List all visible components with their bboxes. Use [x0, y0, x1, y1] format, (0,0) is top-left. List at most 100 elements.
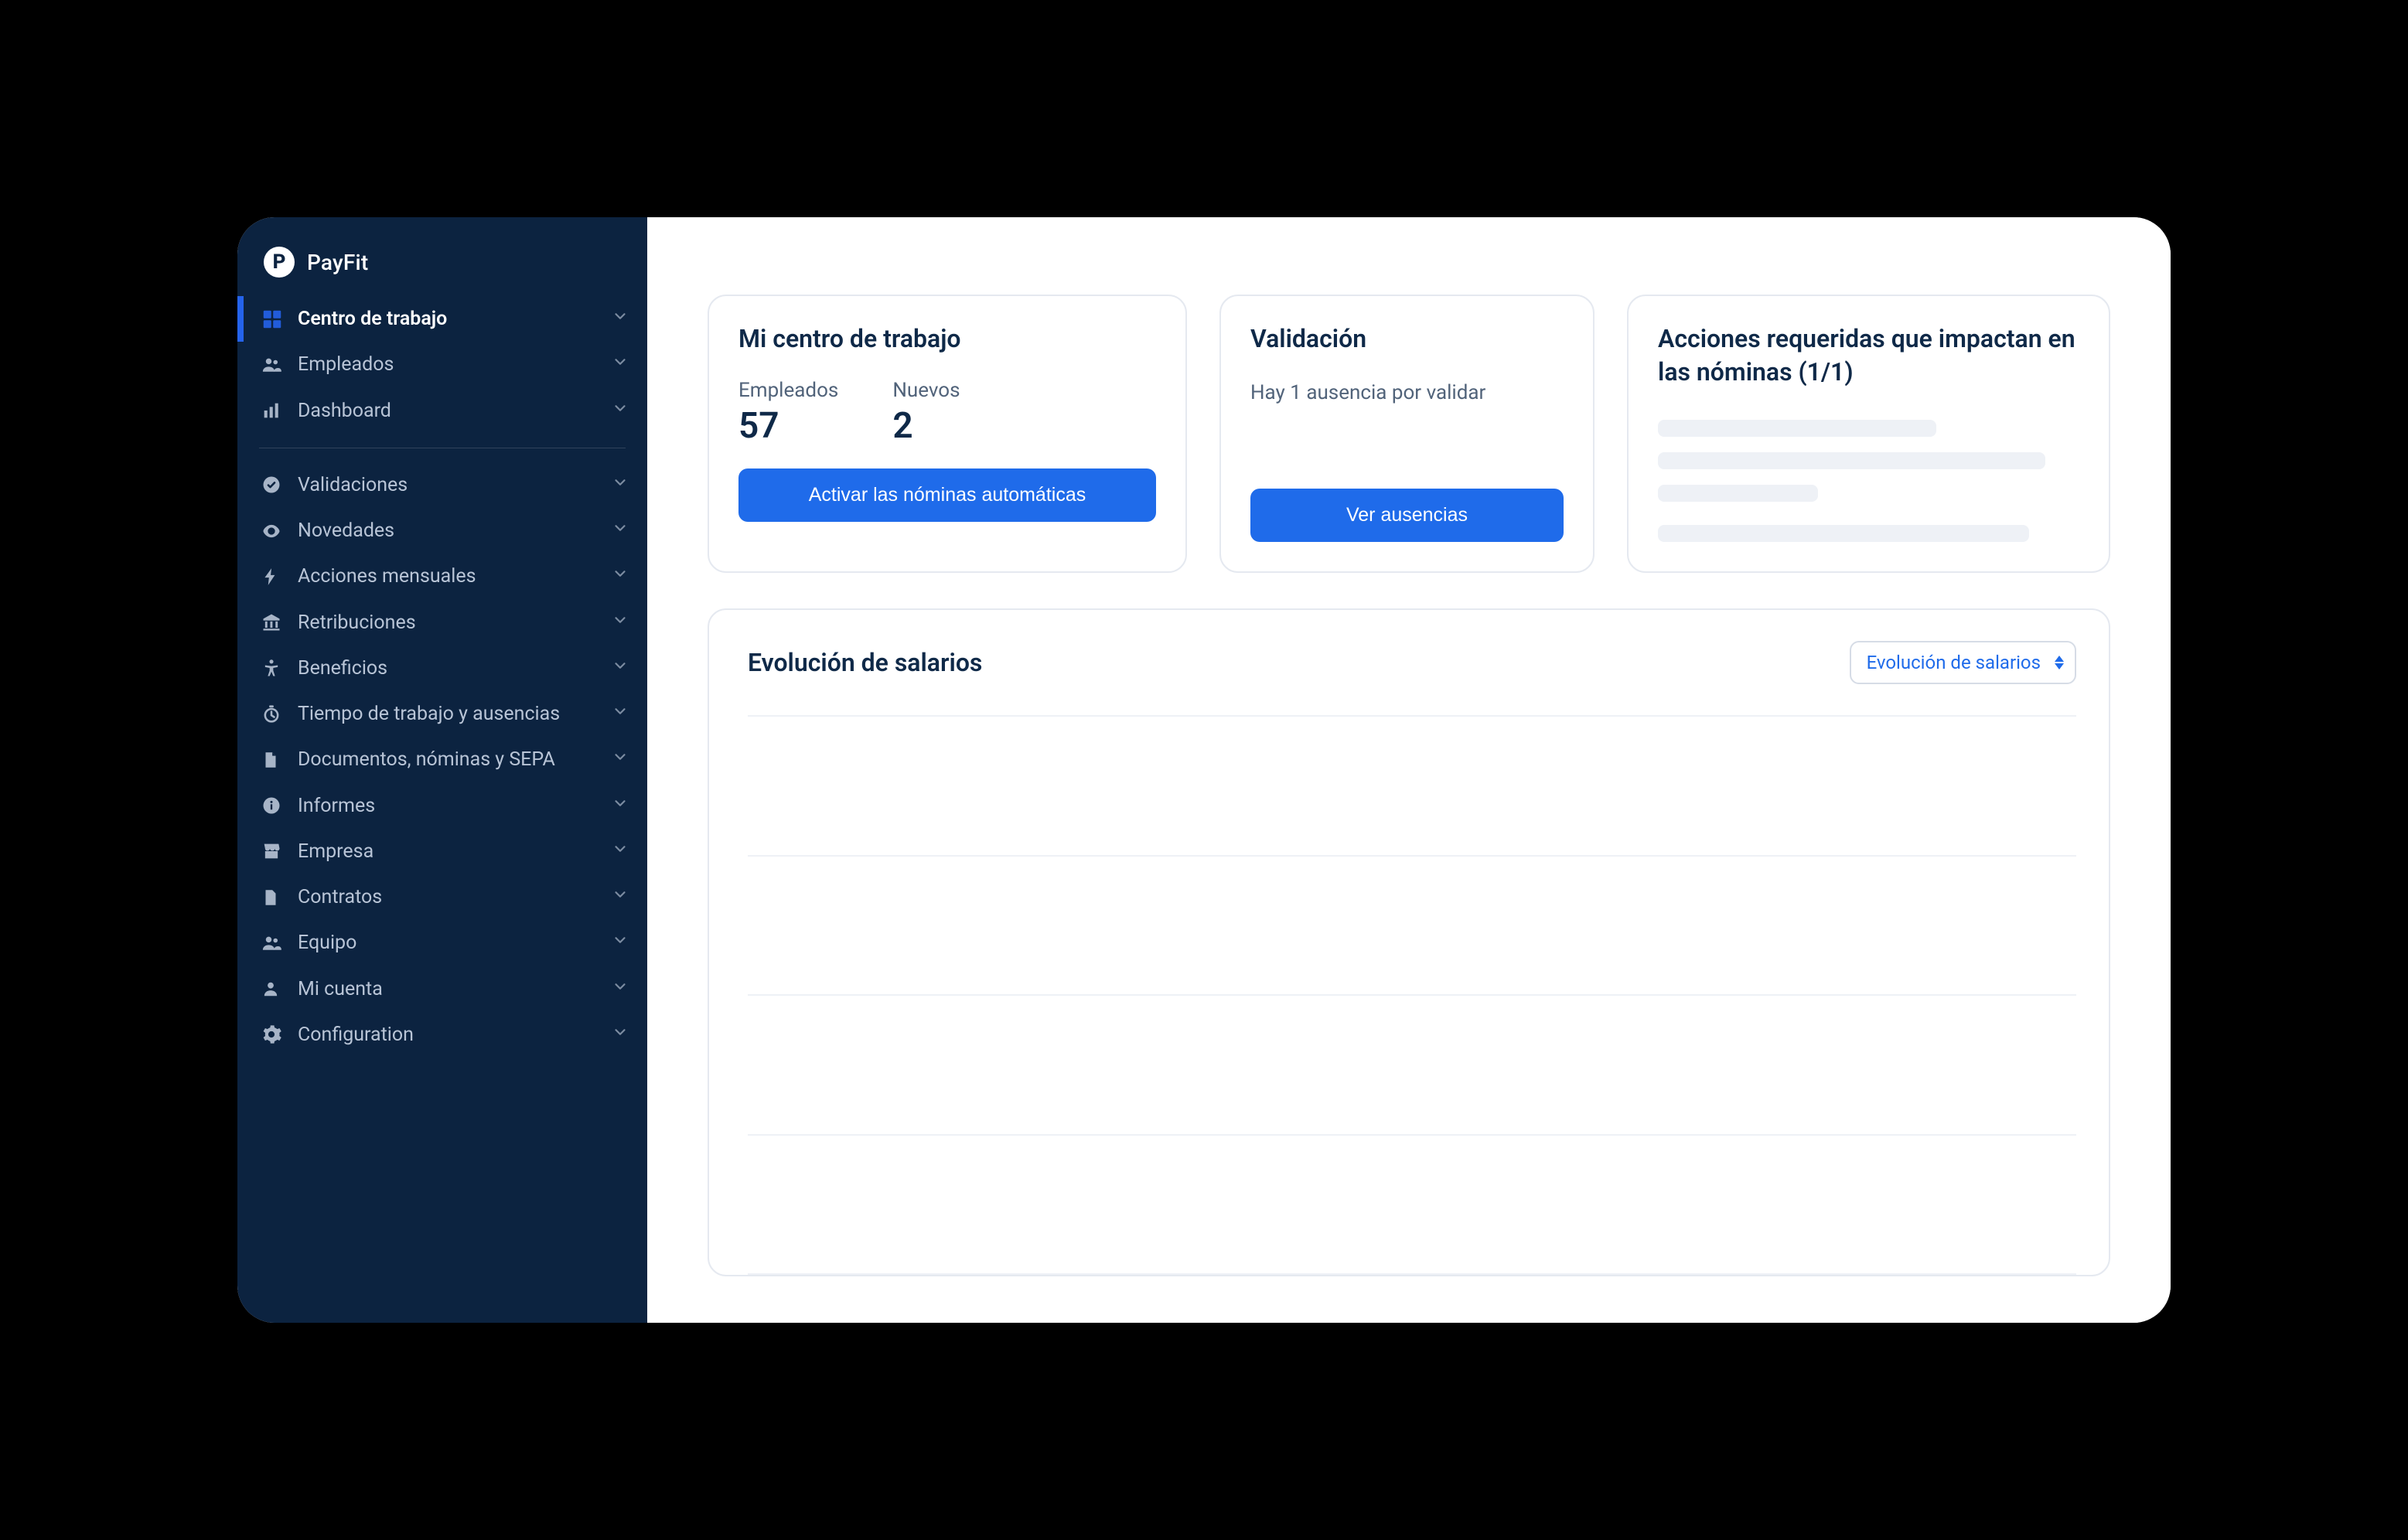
sidebar-item-documentos[interactable]: Documentos, nóminas y SEPA — [237, 737, 647, 782]
sidebar-item-novedades[interactable]: Novedades — [237, 508, 647, 554]
sidebar-item-label: Empresa — [298, 840, 612, 864]
sidebar-item-informes[interactable]: Informes — [237, 783, 647, 829]
person-icon — [261, 979, 298, 999]
chart-title: Evolución de salarios — [748, 648, 982, 677]
sidebar-item-label: Acciones mensuales — [298, 564, 612, 588]
bolt-icon — [261, 567, 298, 587]
sidebar-item-label: Configuration — [298, 1023, 612, 1047]
chevron-down-icon — [612, 703, 629, 725]
sidebar-item-label: Contratos — [298, 885, 612, 909]
storefront-icon — [261, 840, 298, 862]
metric-nuevos: Nuevos 2 — [892, 379, 960, 447]
bank-icon — [261, 612, 298, 633]
skeleton-line — [1658, 525, 2029, 542]
card-title: Validación — [1250, 322, 1564, 356]
chevron-down-icon — [612, 520, 629, 542]
info-icon — [261, 795, 298, 816]
chevron-down-icon — [612, 932, 629, 954]
skeleton-line — [1658, 452, 2045, 469]
sidebar-item-label: Tiempo de trabajo y ausencias — [298, 702, 612, 726]
brand-name: PayFit — [307, 250, 368, 275]
sidebar-item-label: Novedades — [298, 519, 612, 543]
chart-header: Evolución de salarios Evolución de salar… — [748, 641, 2076, 684]
sidebar-item-label: Mi cuenta — [298, 977, 612, 1001]
card-title: Acciones requeridas que impactan en las … — [1658, 322, 2079, 389]
sidebar-item-label: Beneficios — [298, 656, 612, 680]
eye-icon — [261, 520, 298, 542]
sidebar-item-acciones-mensuales[interactable]: Acciones mensuales — [237, 554, 647, 599]
chart-icon — [261, 400, 298, 421]
sidebar-item-contratos[interactable]: Contratos — [237, 874, 647, 920]
sidebar-item-equipo[interactable]: Equipo — [237, 920, 647, 966]
gear-icon — [261, 1024, 298, 1045]
sidebar-item-centro-de-trabajo[interactable]: Centro de trabajo — [237, 296, 647, 342]
chevron-down-icon — [612, 612, 629, 634]
sort-arrows-icon — [2055, 656, 2064, 669]
chart-bars — [748, 715, 2076, 1275]
app-window: P PayFit Centro de trabajo Empleados — [237, 217, 2171, 1323]
card-acciones-requeridas: Acciones requeridas que impactan en las … — [1627, 295, 2110, 573]
ver-ausencias-button[interactable]: Ver ausencias — [1250, 489, 1564, 542]
sidebar-item-mi-cuenta[interactable]: Mi cuenta — [237, 966, 647, 1012]
metric-value: 2 — [892, 405, 960, 447]
grid-icon — [261, 308, 298, 331]
chart-metric-select[interactable]: Evolución de salarios — [1850, 641, 2076, 684]
brand-logo-icon: P — [264, 247, 295, 278]
select-value: Evolución de salarios — [1867, 652, 2041, 673]
chevron-down-icon — [612, 565, 629, 588]
sidebar-nav-primary: Centro de trabajo Empleados Dashboard — [237, 296, 647, 434]
accessibility-icon — [261, 657, 298, 679]
card-mi-centro-de-trabajo: Mi centro de trabajo Empleados 57 Nuevos… — [708, 295, 1187, 573]
chevron-down-icon — [612, 353, 629, 376]
chevron-down-icon — [612, 400, 629, 422]
chevron-down-icon — [612, 1024, 629, 1046]
sidebar-item-label: Empleados — [298, 353, 612, 376]
check-circle-icon — [261, 474, 298, 496]
metric-label: Nuevos — [892, 379, 960, 402]
chevron-down-icon — [612, 308, 629, 330]
brand: P PayFit — [237, 233, 647, 296]
card-evolucion-salarios: Evolución de salarios Evolución de salar… — [708, 608, 2110, 1276]
chevron-down-icon — [612, 840, 629, 863]
metric-empleados: Empleados 57 — [738, 379, 838, 447]
sidebar-item-dashboard[interactable]: Dashboard — [237, 388, 647, 434]
sidebar-item-validaciones[interactable]: Validaciones — [237, 462, 647, 508]
sidebar-item-configuration[interactable]: Configuration — [237, 1012, 647, 1058]
skeleton-line — [1658, 420, 1936, 437]
chevron-down-icon — [612, 978, 629, 1000]
sidebar-item-label: Retribuciones — [298, 611, 612, 635]
people-icon — [261, 354, 298, 376]
sidebar-item-label: Dashboard — [298, 399, 612, 423]
sidebar: P PayFit Centro de trabajo Empleados — [237, 217, 647, 1323]
timer-icon — [261, 704, 298, 725]
chevron-down-icon — [612, 474, 629, 496]
sidebar-item-empresa[interactable]: Empresa — [237, 829, 647, 874]
chevron-down-icon — [612, 748, 629, 771]
activar-nominas-button[interactable]: Activar las nóminas automáticas — [738, 468, 1156, 522]
sidebar-nav-secondary: Validaciones Novedades Acciones mensuale… — [237, 462, 647, 1058]
sidebar-item-label: Informes — [298, 794, 612, 818]
sidebar-item-beneficios[interactable]: Beneficios — [237, 646, 647, 691]
card-validacion: Validación Hay 1 ausencia por validar Ve… — [1219, 295, 1595, 573]
file-icon — [261, 888, 298, 908]
chevron-down-icon — [612, 795, 629, 817]
sidebar-item-retribuciones[interactable]: Retribuciones — [237, 600, 647, 646]
summary-cards-row: Mi centro de trabajo Empleados 57 Nuevos… — [708, 295, 2110, 573]
document-icon — [261, 750, 298, 770]
chevron-down-icon — [612, 886, 629, 908]
metric-value: 57 — [738, 405, 838, 447]
skeleton-line — [1658, 485, 1818, 502]
sidebar-item-label: Validaciones — [298, 473, 612, 497]
card-description: Hay 1 ausencia por validar — [1250, 379, 1564, 408]
sidebar-item-empleados[interactable]: Empleados — [237, 342, 647, 387]
card-title: Mi centro de trabajo — [738, 322, 1156, 356]
chart-area — [748, 715, 2076, 1275]
people-icon — [261, 932, 298, 954]
sidebar-item-tiempo-ausencias[interactable]: Tiempo de trabajo y ausencias — [237, 691, 647, 737]
sidebar-item-label: Documentos, nóminas y SEPA — [298, 748, 612, 772]
sidebar-item-label: Centro de trabajo — [298, 307, 612, 331]
sidebar-item-label: Equipo — [298, 931, 612, 955]
main-content: Mi centro de trabajo Empleados 57 Nuevos… — [647, 217, 2171, 1323]
metrics: Empleados 57 Nuevos 2 — [738, 379, 1156, 447]
metric-label: Empleados — [738, 379, 838, 402]
